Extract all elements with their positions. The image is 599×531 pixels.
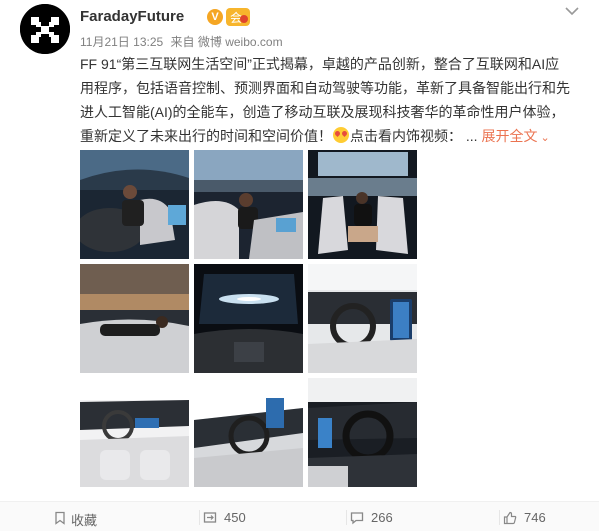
car-interior-photo	[194, 264, 303, 373]
more-options-button[interactable]	[565, 6, 579, 16]
weibo-post-card: FaradayFuture V 会 11月21日 13:25 来自 微博 wei…	[0, 0, 599, 531]
source-prefix: 来自	[170, 35, 195, 49]
source-link[interactable]: 微博 weibo.com	[198, 35, 283, 49]
action-bar: 收藏 450 266 746	[0, 501, 599, 531]
post-text: FF 91“第三互联网生活空间”正式揭幕，卓越的产品创新，整合了互联网和AI应用…	[80, 52, 570, 150]
car-interior-photo	[80, 378, 189, 487]
heart-eyes-emoji-icon	[333, 127, 349, 143]
verified-icon: V	[207, 9, 223, 25]
photo-1[interactable]	[80, 150, 189, 259]
car-interior-photo	[308, 264, 417, 373]
photo-6[interactable]	[308, 264, 417, 373]
faraday-future-logo-icon	[20, 4, 70, 54]
photo-2[interactable]	[194, 150, 303, 259]
post-meta: 11月21日 13:25 来自 微博 weibo.com	[80, 33, 283, 50]
photo-grid	[80, 150, 417, 487]
photo-7[interactable]	[80, 378, 189, 487]
avatar[interactable]	[20, 4, 70, 54]
photo-9[interactable]	[308, 378, 417, 487]
username[interactable]: FaradayFuture	[80, 8, 184, 25]
favorite-label: 收藏	[71, 513, 98, 528]
comment-button[interactable]: 266	[347, 502, 497, 531]
post-text-link: 点击看内饰视频：	[350, 128, 462, 144]
bookmark-icon	[55, 511, 65, 525]
car-interior-photo	[80, 150, 189, 259]
chevron-down-icon: ⌄	[540, 132, 550, 144]
car-interior-photo	[194, 378, 303, 487]
expand-full-text-link[interactable]: 展开全文 ⌄	[481, 128, 549, 144]
favorite-button[interactable]: 收藏	[0, 502, 199, 531]
vip-member-icon[interactable]: 会	[226, 8, 250, 26]
car-interior-photo	[308, 150, 417, 259]
photo-8[interactable]	[194, 378, 303, 487]
expand-label: 展开全文	[481, 128, 538, 144]
photo-4[interactable]	[80, 264, 189, 373]
photo-5[interactable]	[194, 264, 303, 373]
car-interior-photo	[308, 378, 417, 487]
like-button[interactable]: 746	[500, 502, 599, 531]
member-badge-dot	[240, 15, 248, 23]
car-interior-photo	[80, 264, 189, 373]
post-text-ellipsis: ...	[465, 128, 478, 144]
thumbs-up-icon	[503, 511, 517, 525]
chevron-down-icon	[565, 7, 579, 16]
comment-icon	[350, 512, 364, 525]
repost-icon	[203, 512, 217, 523]
photo-3[interactable]	[308, 150, 417, 259]
timestamp[interactable]: 11月21日 13:25	[80, 35, 163, 49]
repost-count: 450	[224, 510, 246, 525]
like-count: 746	[524, 510, 546, 525]
comment-count: 266	[371, 510, 393, 525]
car-interior-photo	[194, 150, 303, 259]
